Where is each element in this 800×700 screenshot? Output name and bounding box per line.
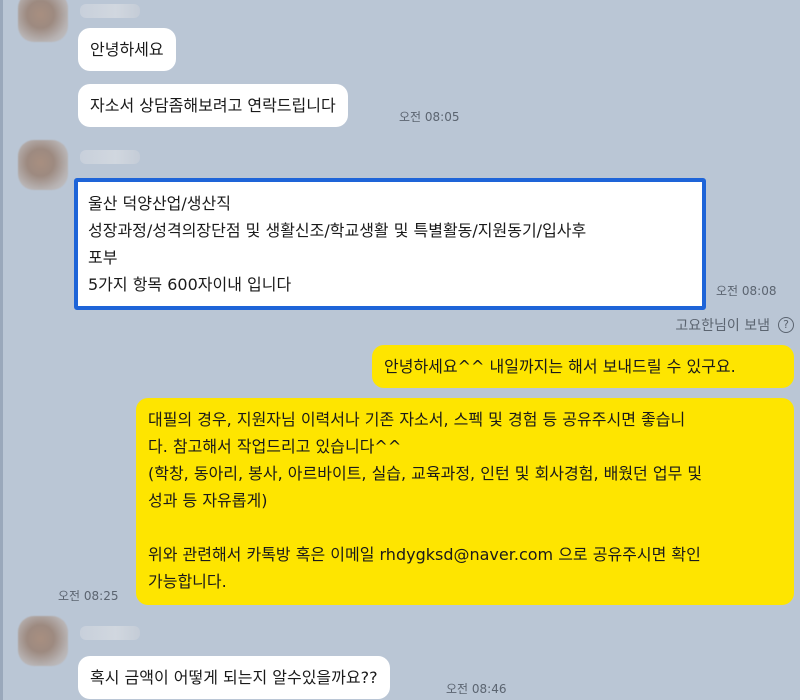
message-line: 성장과정/성격의장단점 및 생활신조/학교생활 및 특별활동/지원동기/입사후 xyxy=(88,221,587,240)
read-receipt-text: 고요한님이 보냄 xyxy=(675,318,770,334)
message-bubble-consult[interactable]: 자소서 상담좀해보려고 연락드립니다 xyxy=(78,84,348,127)
message-line: 가능합니다. xyxy=(148,572,227,591)
sender-name-blurred xyxy=(80,626,140,640)
chat-area[interactable]: 안녕하세요 자소서 상담좀해보려고 연락드립니다 오전 08:05 울산 덕양산… xyxy=(0,0,800,700)
my-message-bubble-details[interactable]: 대필의 경우, 지원자님 이력서나 기존 자소서, 스펙 및 경험 등 공유주시… xyxy=(136,398,794,605)
message-line: 대필의 경우, 지원자님 이력서나 기존 자소서, 스펙 및 경험 등 공유주시… xyxy=(148,410,686,429)
message-bubble-price-question[interactable]: 혹시 금액이 어떻게 되는지 알수있을까요?? xyxy=(78,656,390,699)
sender-name-blurred xyxy=(80,150,140,164)
message-time: 오전 08:25 xyxy=(58,589,119,603)
message-text: 안녕하세요^^ 내일까지는 해서 보내드릴 수 있구요. xyxy=(384,357,736,376)
message-bubble-job-details[interactable]: 울산 덕양산업/생산직 성장과정/성격의장단점 및 생활신조/학교생활 및 특별… xyxy=(74,178,706,310)
my-message-bubble-reply[interactable]: 안녕하세요^^ 내일까지는 해서 보내드릴 수 있구요. xyxy=(372,345,794,388)
message-time: 오전 08:05 xyxy=(399,110,460,124)
sender-avatar[interactable] xyxy=(18,0,68,42)
message-line: 성과 등 자유롭게) xyxy=(148,491,268,510)
sender-name-blurred xyxy=(80,4,140,18)
sender-avatar[interactable] xyxy=(18,616,68,666)
message-line: 울산 덕양산업/생산직 xyxy=(88,194,231,213)
message-text: 안녕하세요 xyxy=(90,40,164,59)
message-text: 혹시 금액이 어떻게 되는지 알수있을까요?? xyxy=(90,668,378,687)
message-text: 자소서 상담좀해보려고 연락드립니다 xyxy=(90,96,336,115)
message-time: 오전 08:08 xyxy=(716,284,777,298)
message-line: 다. 참고해서 작업드리고 있습니다^^ xyxy=(148,437,402,456)
help-circle-icon[interactable]: ? xyxy=(778,317,794,333)
sender-avatar[interactable] xyxy=(18,140,68,190)
read-receipt: 고요한님이 보냄 ? xyxy=(675,315,794,335)
message-line: 포부 xyxy=(88,248,118,267)
window-edge xyxy=(0,0,3,700)
message-time: 오전 08:46 xyxy=(446,682,507,696)
message-line: 5가지 항목 600자이내 입니다 xyxy=(88,275,292,294)
message-line: 위와 관련해서 카톡방 혹은 이메일 rhdygksd@naver.com 으로… xyxy=(148,545,701,564)
message-line: (학창, 동아리, 봉사, 아르바이트, 실습, 교육과정, 인턴 및 회사경험… xyxy=(148,464,703,483)
message-bubble-greeting[interactable]: 안녕하세요 xyxy=(78,28,176,71)
